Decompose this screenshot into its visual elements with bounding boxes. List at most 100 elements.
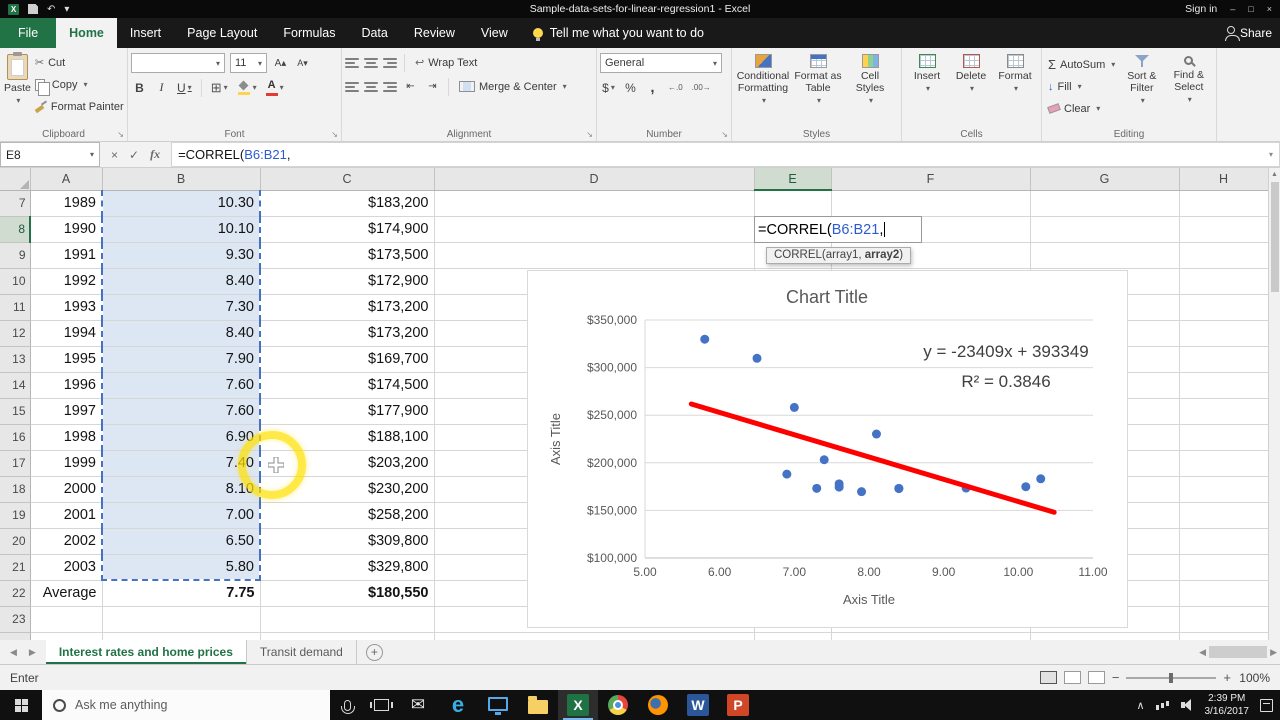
horizontal-scrollbar[interactable]: ◀ ▶ — [1199, 640, 1280, 664]
embedded-chart[interactable]: Chart Title $100,000 $150,000 $200,000 $250,… — [527, 270, 1128, 628]
zoom-slider[interactable] — [1126, 672, 1217, 683]
action-center-icon[interactable] — [1260, 698, 1273, 712]
align-top-button[interactable] — [345, 57, 359, 69]
tell-me-box[interactable]: Tell me what you want to do — [521, 18, 716, 48]
scatter-point[interactable] — [1036, 474, 1046, 484]
cell-C12[interactable]: $173,200 — [260, 320, 435, 347]
cell-styles-dropdown-icon[interactable]: ▾ — [869, 96, 873, 105]
cell-B7[interactable]: 10.30 — [101, 190, 261, 217]
cell-A19[interactable]: 2001 — [30, 502, 103, 529]
trendline[interactable] — [688, 401, 1057, 515]
accounting-number-format-button[interactable]: $ ▾ — [600, 78, 617, 97]
cell-C21[interactable]: $329,800 — [260, 554, 435, 581]
cell-D9[interactable] — [434, 242, 755, 269]
firefox-icon[interactable] — [638, 690, 678, 720]
cell-A11[interactable]: 1993 — [30, 294, 103, 321]
cell-B19[interactable]: 7.00 — [101, 502, 261, 529]
cell-C14[interactable]: $174,500 — [260, 372, 435, 399]
taskbar-clock[interactable]: 2:39 PM 3/16/2017 — [1205, 692, 1250, 718]
row-header-22[interactable]: 22 — [0, 580, 31, 607]
cell-B17[interactable]: 7.40 — [101, 450, 261, 477]
word-icon[interactable]: W — [678, 690, 718, 720]
decrease-font-size-button[interactable]: A▾ — [294, 54, 311, 73]
cell-A21[interactable]: 2003 — [30, 554, 103, 581]
fill-button[interactable]: ↓ Fill ▾ — [1045, 77, 1118, 96]
clear-button[interactable]: Clear ▾ — [1045, 99, 1118, 118]
borders-button[interactable]: ⊞ ▾ — [209, 78, 230, 97]
undo-icon[interactable]: ↶ — [47, 4, 55, 15]
percent-style-button[interactable]: % — [622, 78, 639, 97]
row-header-21[interactable]: 21 — [0, 554, 31, 581]
paste-button[interactable]: Paste ▾ — [3, 51, 32, 123]
sign-in-button[interactable]: Sign in — [1185, 3, 1217, 15]
cell-H21[interactable] — [1179, 554, 1269, 581]
decrease-indent-button[interactable]: ⇤ — [402, 77, 419, 96]
cell-B24[interactable] — [102, 632, 261, 640]
sheet-tab-interest-rates-and-home-prices[interactable]: Interest rates and home prices — [45, 640, 247, 664]
align-left-button[interactable] — [345, 81, 359, 93]
cell-F7[interactable] — [831, 190, 1031, 217]
italic-button[interactable]: I — [153, 78, 170, 97]
conditional-formatting-button[interactable]: Conditional Formatting ▾ — [735, 51, 791, 123]
row-header-12[interactable]: 12 — [0, 320, 31, 347]
share-button[interactable]: Share — [1219, 18, 1280, 48]
chart-x-axis-title[interactable]: Axis Title — [843, 592, 895, 607]
insert-cells-button[interactable]: Insert ▾ — [905, 51, 949, 123]
row-header-23[interactable]: 23 — [0, 606, 31, 633]
volume-icon[interactable] — [1180, 699, 1194, 711]
cell-H14[interactable] — [1179, 372, 1269, 399]
scatter-point[interactable] — [782, 469, 792, 479]
cell-C13[interactable]: $169,700 — [260, 346, 435, 373]
scatter-point[interactable] — [834, 479, 844, 489]
close-icon[interactable]: × — [1267, 4, 1272, 14]
column-header-E[interactable]: E — [754, 168, 832, 191]
cell-H7[interactable] — [1179, 190, 1269, 217]
font-color-button[interactable]: A ▾ — [264, 78, 286, 97]
active-cell-editor[interactable]: =CORREL(B6:B21, — [754, 216, 922, 243]
cell-E7[interactable] — [754, 190, 832, 217]
row-header-7[interactable]: 7 — [0, 190, 31, 217]
row-header-9[interactable]: 9 — [0, 242, 31, 269]
trendline-r-squared[interactable]: R² = 0.3846 — [961, 372, 1050, 391]
formula-input[interactable]: =CORREL(B6:B21, — [171, 142, 1263, 167]
merge-center-dropdown-icon[interactable]: ▾ — [563, 82, 567, 91]
cell-D8[interactable] — [434, 216, 755, 243]
hscroll-left-icon[interactable]: ◀ — [1199, 647, 1206, 658]
hscroll-right-icon[interactable]: ▶ — [1270, 647, 1277, 658]
vertical-scrollbar[interactable]: ▲ — [1268, 168, 1280, 640]
paste-dropdown-icon[interactable]: ▾ — [16, 96, 20, 105]
ribbon-tab-insert[interactable]: Insert — [117, 18, 174, 48]
cell-A18[interactable]: 2000 — [30, 476, 103, 503]
enter-button[interactable]: ✓ — [129, 148, 139, 162]
underline-button[interactable]: U ▾ — [175, 78, 194, 97]
cell-G24[interactable] — [1030, 632, 1180, 640]
clear-dropdown-icon[interactable]: ▾ — [1096, 104, 1100, 113]
save-icon[interactable] — [28, 4, 38, 14]
cortana-search-box[interactable]: Ask me anything — [42, 690, 330, 720]
decrease-decimal-button[interactable]: .00→ — [690, 78, 713, 97]
excel-icon[interactable]: X — [558, 690, 598, 720]
scatter-point[interactable] — [819, 455, 829, 465]
cell-H8[interactable] — [1179, 216, 1269, 243]
scroll-up-icon[interactable]: ▲ — [1271, 171, 1278, 178]
column-header-G[interactable]: G — [1030, 168, 1180, 191]
cell-H18[interactable] — [1179, 476, 1269, 503]
cell-B23[interactable] — [102, 606, 261, 633]
cell-H19[interactable] — [1179, 502, 1269, 529]
zoom-level[interactable]: 100% — [1238, 671, 1270, 685]
cell-A14[interactable]: 1996 — [30, 372, 103, 399]
edge-icon[interactable]: e — [438, 690, 478, 720]
ribbon-tab-formulas[interactable]: Formulas — [270, 18, 348, 48]
cell-C11[interactable]: $173,200 — [260, 294, 435, 321]
cell-G8[interactable] — [1030, 216, 1180, 243]
font-size-select[interactable]: 11 ▾ — [230, 53, 267, 73]
scatter-point[interactable] — [894, 483, 904, 493]
cell-C23[interactable] — [260, 606, 435, 633]
monitor-icon[interactable] — [478, 690, 518, 720]
cell-styles-button[interactable]: Cell Styles ▾ — [845, 51, 895, 123]
alignment-dialog-launcher-icon[interactable]: ↘ — [586, 130, 593, 139]
cell-H10[interactable] — [1179, 268, 1269, 295]
column-header-B[interactable]: B — [102, 168, 261, 191]
autosum-button[interactable]: Σ AutoSum ▾ — [1045, 55, 1118, 74]
tray-expand-icon[interactable]: ∧ — [1136, 699, 1144, 712]
